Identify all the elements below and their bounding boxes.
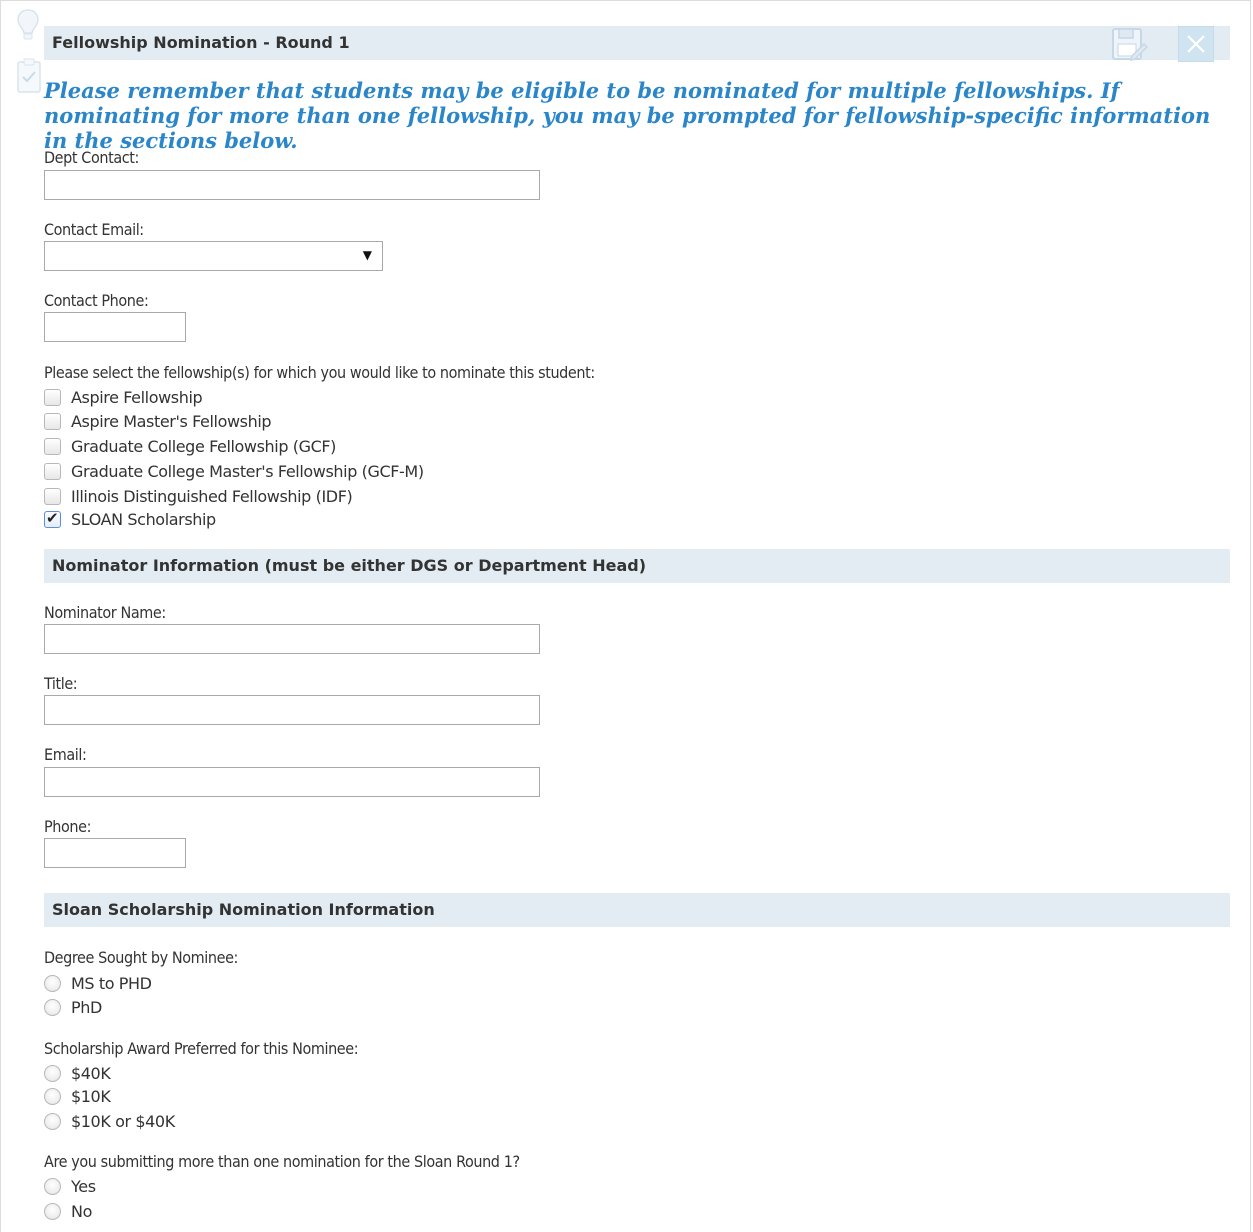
save-icon [1112, 28, 1149, 62]
degree-option[interactable]: MS to PHD [44, 972, 152, 994]
fellowship-option[interactable]: Aspire Master's Fellowship [44, 410, 272, 432]
form-title-header: Fellowship Nomination - Round 1 [44, 26, 1230, 60]
fellowship-option-label: Graduate College Fellowship (GCF) [71, 436, 337, 456]
lightbulb-icon [16, 8, 40, 48]
nominator-name-input[interactable] [44, 624, 540, 654]
contact-email-select[interactable]: ▼ [44, 241, 383, 271]
sloan-section-header: Sloan Scholarship Nomination Information [44, 893, 1230, 927]
award-option-label: $10K or $40K [71, 1111, 175, 1131]
degree-option-label: PhD [71, 997, 102, 1017]
fellowship-checkbox[interactable] [44, 462, 61, 480]
award-radio[interactable] [44, 1064, 61, 1082]
multiple-nomination-radio[interactable] [44, 1202, 61, 1220]
multiple-nomination-option-label: Yes [71, 1176, 96, 1196]
contact-email-label: Contact Email: [44, 220, 144, 239]
sloan-section-title: Sloan Scholarship Nomination Information [52, 900, 435, 919]
degree-option[interactable]: PhD [44, 996, 102, 1018]
award-radio[interactable] [44, 1087, 61, 1105]
dept-contact-input[interactable] [44, 170, 540, 200]
dropdown-arrow-icon: ▼ [362, 248, 372, 262]
fellowship-option-label: Illinois Distinguished Fellowship (IDF) [71, 486, 353, 506]
multiple-nomination-radio[interactable] [44, 1177, 61, 1195]
award-option-label: $40K [71, 1063, 111, 1083]
award-option-label: $10K [71, 1086, 111, 1106]
fellowship-checkbox[interactable] [44, 437, 61, 455]
fellowship-option[interactable]: Graduate College Master's Fellowship (GC… [44, 460, 424, 482]
nominator-section-header: Nominator Information (must be either DG… [44, 549, 1230, 583]
fellowship-option[interactable]: Aspire Fellowship [44, 386, 203, 408]
nominator-email-input[interactable] [44, 767, 540, 797]
nominator-title-input[interactable] [44, 695, 540, 725]
degree-label: Degree Sought by Nominee: [44, 948, 239, 967]
nominator-name-label: Nominator Name: [44, 603, 166, 622]
multiple-nomination-option-label: No [71, 1201, 92, 1221]
multiple-nomination-option[interactable]: No [44, 1200, 92, 1222]
award-option[interactable]: $10K or $40K [44, 1110, 175, 1132]
contact-phone-label: Contact Phone: [44, 291, 149, 310]
degree-radio[interactable] [44, 974, 61, 992]
save-button[interactable] [1110, 26, 1149, 62]
form-title: Fellowship Nomination - Round 1 [52, 33, 350, 52]
dept-contact-label: Dept Contact: [44, 148, 139, 167]
award-radio[interactable] [44, 1112, 61, 1130]
nominator-phone-label: Phone: [44, 817, 92, 836]
fellowship-checkbox[interactable] [44, 388, 61, 406]
nominator-phone-input[interactable] [44, 838, 186, 868]
nominator-title-label: Title: [44, 674, 78, 693]
multiple-nomination-option[interactable]: Yes [44, 1175, 96, 1197]
award-label: Scholarship Award Preferred for this Nom… [44, 1039, 359, 1058]
fellowship-checkbox[interactable] [44, 412, 61, 430]
award-option[interactable]: $10K [44, 1085, 111, 1107]
nominator-section-title: Nominator Information (must be either DG… [52, 556, 647, 575]
close-button[interactable] [1178, 26, 1214, 62]
fellowship-option[interactable]: SLOAN Scholarship [44, 508, 216, 530]
fellowship-option-label: Aspire Fellowship [71, 387, 203, 407]
degree-radio[interactable] [44, 998, 61, 1016]
fellowship-checkbox[interactable] [44, 487, 61, 505]
close-icon [1187, 35, 1205, 53]
award-option[interactable]: $40K [44, 1062, 111, 1084]
contact-phone-input[interactable] [44, 312, 186, 342]
fellowship-option-label: Graduate College Master's Fellowship (GC… [71, 461, 424, 481]
notice-text: Please remember that students may be eli… [44, 78, 1211, 153]
nominator-email-label: Email: [44, 745, 87, 764]
fellowship-option[interactable]: Illinois Distinguished Fellowship (IDF) [44, 485, 353, 507]
fellowship-prompt: Please select the fellowship(s) for whic… [44, 363, 595, 382]
fellowship-option[interactable]: Graduate College Fellowship (GCF) [44, 435, 336, 457]
degree-option-label: MS to PHD [71, 973, 152, 993]
multiple-nomination-label: Are you submitting more than one nominat… [44, 1152, 520, 1171]
fellowship-option-label: SLOAN Scholarship [71, 509, 216, 529]
clipboard-check-icon [16, 58, 42, 98]
fellowship-checkbox[interactable] [44, 509, 61, 528]
fellowship-option-label: Aspire Master's Fellowship [71, 411, 272, 431]
